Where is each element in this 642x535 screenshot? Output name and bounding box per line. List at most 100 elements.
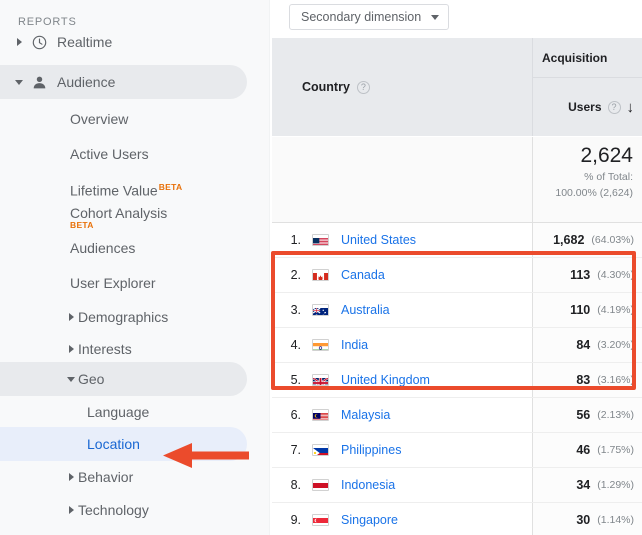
row-users-percent: (1.14%) [597, 514, 634, 526]
row-rank: 4. [290, 338, 301, 352]
row-users-percent: (3.16%) [597, 374, 634, 386]
table-row[interactable]: 3. Australia 110 (4.19%) [272, 293, 642, 328]
sidebar-item-location[interactable]: Location [0, 427, 247, 461]
sidebar-item-behavior[interactable]: Behavior [0, 460, 247, 494]
sidebar-item-label: User Explorer [70, 275, 156, 291]
row-country-link[interactable]: India [341, 338, 368, 352]
row-users-value: 46 [576, 443, 591, 457]
sidebar-item-geo[interactable]: Geo [0, 362, 247, 396]
sidebar-item-label: Audience [57, 74, 116, 90]
row-users-cell: 30 (1.14%) [533, 503, 642, 535]
row-country-cell: 1. United States [272, 223, 533, 257]
totals-value: 2,624 [580, 144, 633, 167]
row-rank: 8. [290, 478, 301, 492]
row-users-cell: 113 (4.30%) [533, 258, 642, 292]
table-totals-row: 2,624 % of Total: 100.00% (2,624) [272, 137, 642, 223]
secondary-dimension-label: Secondary dimension [301, 10, 422, 24]
table-row[interactable]: 7. Philippines 46 (1.75%) [272, 433, 642, 468]
ph-flag [312, 444, 329, 456]
person-icon [26, 75, 52, 90]
row-users-percent: (4.30%) [597, 269, 634, 281]
column-header-users[interactable]: Users ? ↓ [533, 78, 642, 136]
sidebar-item-language[interactable]: Language [0, 395, 247, 429]
column-header-country[interactable]: Country ? [272, 38, 533, 136]
row-country-cell: 3. Australia [272, 293, 533, 327]
sidebar-item-audiences[interactable]: Audiences [0, 231, 247, 265]
sidebar-item-cohort-analysis[interactable]: Cohort Analysis BETA [0, 196, 247, 230]
table-row[interactable]: 2. Canada 113 (4.30%) [272, 258, 642, 293]
row-country-link[interactable]: Australia [341, 303, 390, 317]
row-country-link[interactable]: Philippines [341, 443, 401, 457]
row-rank: 3. [290, 303, 301, 317]
report-main-panel: Secondary dimension Country ? Acquisitio… [270, 0, 642, 535]
help-icon-users[interactable]: ? [607, 100, 621, 114]
sidebar-item-label: Technology [78, 502, 149, 518]
clock-icon [26, 35, 52, 50]
sidebar-item-user-explorer[interactable]: User Explorer [0, 266, 247, 300]
table-row[interactable]: 1. United States 1,682 (64.03%) [272, 223, 642, 258]
country-users-table: Country ? Acquisition Users ? ↓ 2,624 % … [272, 38, 642, 535]
row-country-cell: 5. United Kingdom [272, 363, 533, 397]
sidebar-item-interests[interactable]: Interests [0, 332, 247, 366]
country-header-label: Country [302, 80, 350, 94]
row-users-cell: 34 (1.29%) [533, 468, 642, 502]
chevron-down-icon [431, 14, 440, 20]
sidebar-item-label: Location [87, 436, 140, 452]
row-country-link[interactable]: Canada [341, 268, 385, 282]
sort-descending-icon[interactable]: ↓ [627, 100, 635, 115]
sidebar-item-realtime[interactable]: Realtime [0, 25, 247, 59]
row-rank: 5. [290, 373, 301, 387]
sidebar-item-technology[interactable]: Technology [0, 493, 247, 527]
row-country-cell: 4. India [272, 328, 533, 362]
table-header-row: Country ? Acquisition Users ? ↓ [272, 38, 642, 137]
sidebar-item-label: Realtime [57, 34, 113, 50]
row-country-cell: 2. Canada [272, 258, 533, 292]
sidebar-item-demographics[interactable]: Demographics [0, 300, 247, 334]
sidebar-item-overview[interactable]: Overview [0, 102, 247, 136]
secondary-dimension-button[interactable]: Secondary dimension [289, 4, 450, 30]
sidebar-item-label: Behavior [78, 469, 134, 485]
table-row[interactable]: 6. Malaysia 56 (2.13%) [272, 398, 642, 433]
column-header-acquisition: Acquisition Users ? ↓ [533, 38, 642, 136]
row-users-percent: (2.13%) [597, 409, 634, 421]
row-country-cell: 7. Philippines [272, 433, 533, 467]
table-row[interactable]: 5. United Kingdom 83 (3.16%) [272, 363, 642, 398]
row-rank: 6. [290, 408, 301, 422]
sidebar-item-audience[interactable]: Audience [0, 65, 247, 99]
row-users-value: 1,682 [553, 233, 585, 247]
gb-flag [312, 374, 329, 386]
sidebar-item-label: Geo [78, 371, 105, 387]
row-rank: 1. [290, 233, 301, 247]
users-header-label: Users [568, 100, 602, 114]
row-country-link[interactable]: United States [341, 233, 416, 247]
report-toolbar: Secondary dimension [270, 0, 642, 34]
row-users-value: 83 [576, 373, 591, 387]
table-row[interactable]: 9. Singapore 30 (1.14%) [272, 503, 642, 535]
help-icon-country[interactable]: ? [356, 80, 370, 94]
table-row[interactable]: 4. India 84 (3.20%) [272, 328, 642, 363]
row-rank: 2. [290, 268, 301, 282]
row-country-link[interactable]: Indonesia [341, 478, 395, 492]
reports-sidebar: REPORTS Realtime Audience Overview Active U… [0, 0, 270, 535]
row-country-link[interactable]: Malaysia [341, 408, 390, 422]
row-users-value: 84 [576, 338, 591, 352]
row-users-cell: 46 (1.75%) [533, 433, 642, 467]
sidebar-item-active-users[interactable]: Active Users [0, 137, 247, 171]
row-country-link[interactable]: United Kingdom [341, 373, 430, 387]
row-users-cell: 56 (2.13%) [533, 398, 642, 432]
row-country-link[interactable]: Singapore [341, 513, 398, 527]
row-users-percent: (4.19%) [597, 304, 634, 316]
totals-of-total-value: 100.00% (2,624) [555, 187, 633, 200]
beta-badge: BETA [70, 220, 94, 230]
row-users-value: 56 [576, 408, 591, 422]
row-rank: 7. [290, 443, 301, 457]
row-users-cell: 84 (3.20%) [533, 328, 642, 362]
my-flag [312, 409, 329, 421]
sg-flag [312, 514, 329, 526]
table-row[interactable]: 8. Indonesia 34 (1.29%) [272, 468, 642, 503]
ca-flag [312, 269, 329, 281]
totals-of-total-label: % of Total: [584, 171, 633, 184]
row-country-cell: 9. Singapore [272, 503, 533, 535]
row-users-value: 113 [570, 268, 591, 282]
analytics-location-report: REPORTS Realtime Audience Overview Active U… [0, 0, 642, 535]
